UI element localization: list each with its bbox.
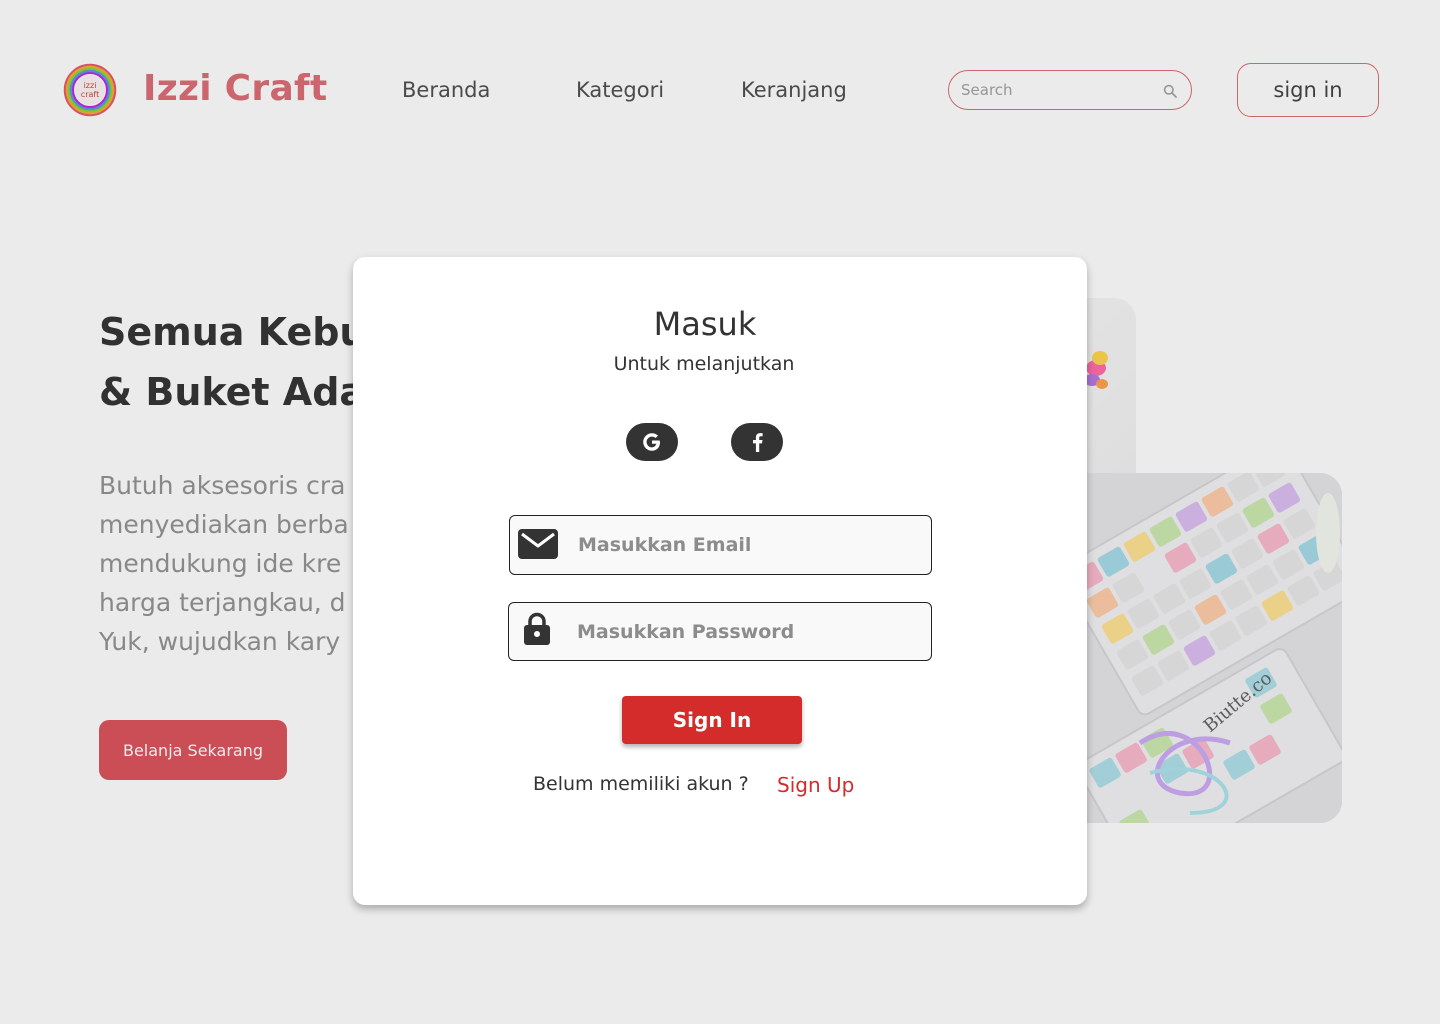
modal-title: Masuk: [653, 305, 757, 343]
google-icon: [643, 433, 660, 451]
lock-icon: [524, 612, 550, 645]
modal-subtitle: Untuk melanjutkan: [613, 353, 795, 375]
signin-submit-button[interactable]: Sign In: [622, 696, 802, 744]
email-field[interactable]: [509, 515, 932, 575]
signup-link[interactable]: Sign Up: [777, 773, 854, 797]
password-field[interactable]: [508, 602, 932, 661]
email-input[interactable]: [578, 530, 908, 560]
mail-icon: [518, 529, 558, 559]
signup-prompt: Belum memiliki akun ?: [533, 773, 749, 795]
facebook-icon: [753, 433, 763, 452]
password-input[interactable]: [577, 617, 907, 647]
facebook-login-button[interactable]: [731, 423, 783, 461]
google-login-button[interactable]: [626, 423, 678, 461]
login-modal: Masuk Untuk melanjutkan Sign In Belum me…: [353, 257, 1087, 905]
